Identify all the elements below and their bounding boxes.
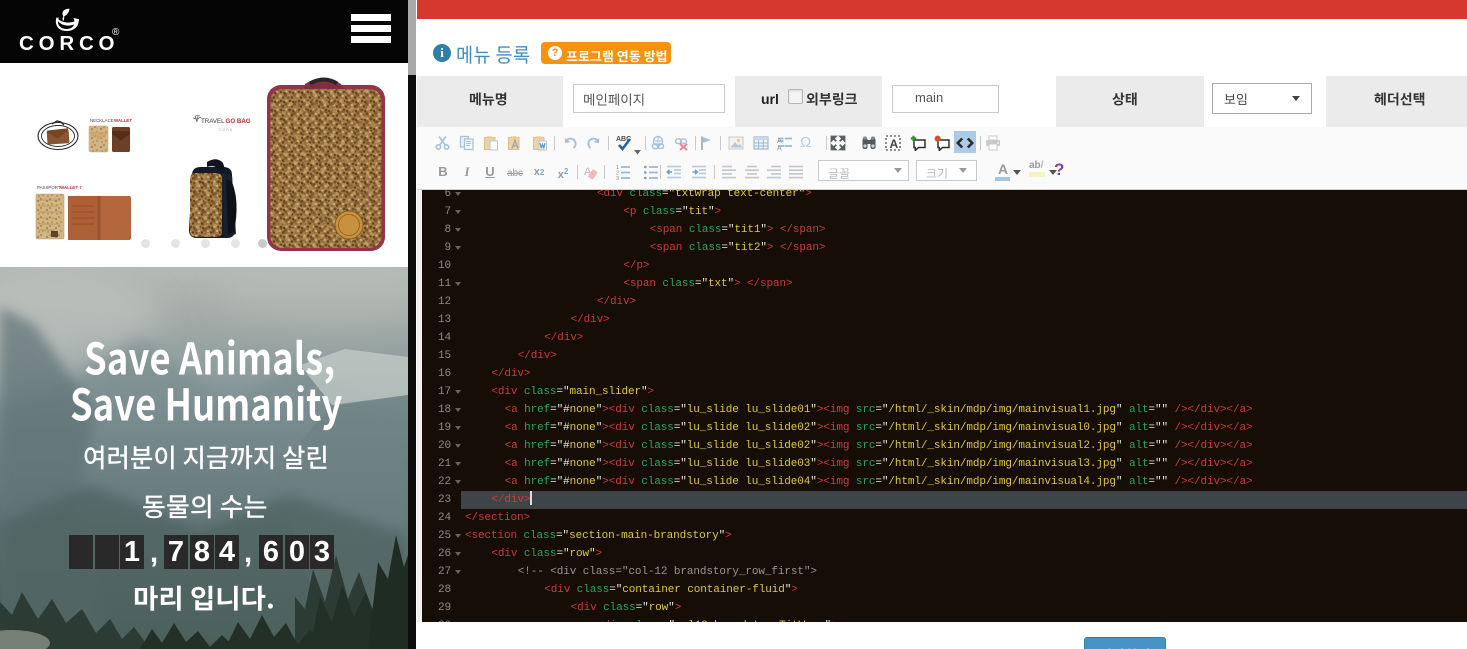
svg-text:3: 3 xyxy=(616,176,619,180)
svg-text:A: A xyxy=(890,137,899,151)
svg-text:A: A xyxy=(777,138,782,145)
svg-text:WALLET: WALLET xyxy=(114,118,132,123)
svg-text:A: A xyxy=(777,146,782,152)
svg-text:WALLET 7: WALLET 7 xyxy=(60,185,82,190)
svg-text:PASSPORT: PASSPORT xyxy=(37,185,61,190)
svg-text:GO BAG: GO BAG xyxy=(226,118,251,125)
svg-text:C O R K: C O R K xyxy=(219,128,233,132)
svg-text:NECKLACE: NECKLACE xyxy=(90,118,114,123)
svg-text:TRAVEL: TRAVEL xyxy=(201,118,225,125)
